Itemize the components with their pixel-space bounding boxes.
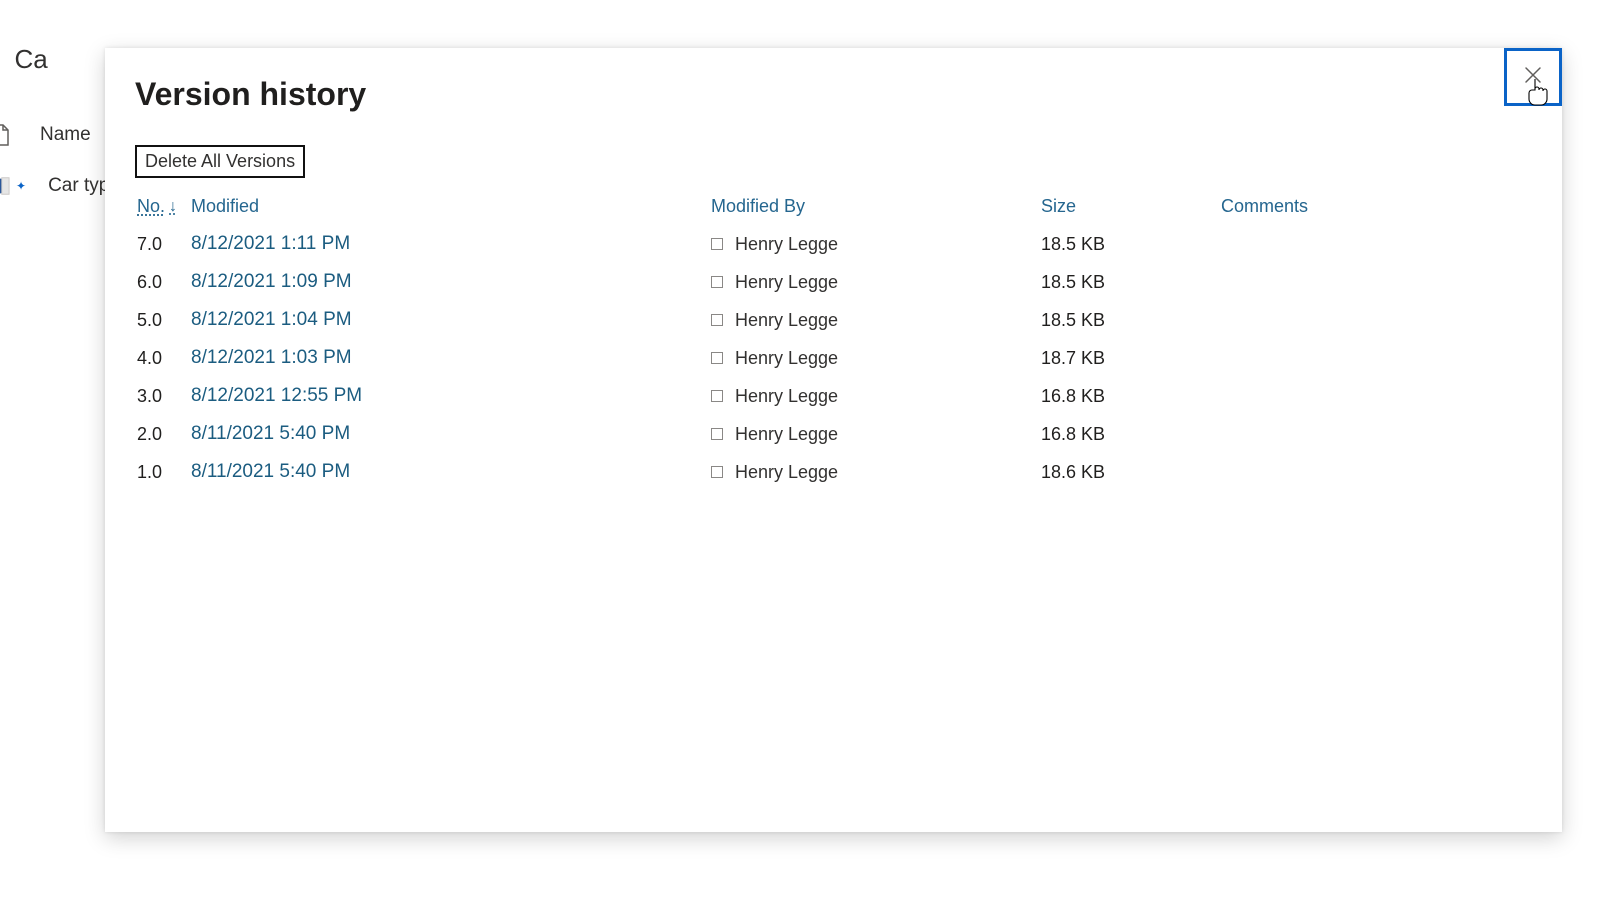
version-history-table: No. ↓ Modified Modified By Size Comments…	[137, 196, 1536, 491]
version-modified-by: Henry Legge	[711, 424, 1041, 445]
version-modified-cell: 8/11/2021 5:40 PM	[191, 461, 711, 483]
column-header-modified-by[interactable]: Modified By	[711, 196, 1041, 217]
version-modified-cell: 8/12/2021 1:11 PM	[191, 233, 711, 255]
close-icon	[1524, 65, 1542, 89]
version-number: 2.0	[137, 424, 191, 445]
version-modified-link[interactable]: 8/11/2021 5:40 PM	[191, 461, 350, 482]
version-modified-by: Henry Legge	[711, 272, 1041, 293]
version-number: 5.0	[137, 310, 191, 331]
version-modified-by: Henry Legge	[711, 462, 1041, 483]
column-header-modified[interactable]: Modified	[191, 196, 711, 217]
version-history-panel: Version history Delete All Versions No. …	[105, 48, 1562, 832]
version-modified-link[interactable]: 8/12/2021 1:03 PM	[191, 347, 352, 368]
version-modified-link[interactable]: 8/12/2021 1:09 PM	[191, 271, 352, 292]
column-header-no[interactable]: No. ↓	[137, 196, 191, 217]
version-number: 1.0	[137, 462, 191, 483]
version-modified-by: Henry Legge	[711, 310, 1041, 331]
presence-icon	[711, 352, 723, 364]
modified-by-name[interactable]: Henry Legge	[735, 310, 838, 331]
modified-by-name[interactable]: Henry Legge	[735, 234, 838, 255]
version-modified-cell: 8/12/2021 1:04 PM	[191, 309, 711, 331]
presence-icon	[711, 390, 723, 402]
column-header-comments[interactable]: Comments	[1221, 196, 1421, 217]
close-button[interactable]	[1504, 48, 1562, 106]
version-number: 7.0	[137, 234, 191, 255]
version-modified-link[interactable]: 8/11/2021 5:40 PM	[191, 423, 350, 444]
table-row: 6.08/12/2021 1:09 PM Henry Legge 18.5 KB	[137, 263, 1536, 301]
version-modified-link[interactable]: 8/12/2021 1:11 PM	[191, 233, 350, 254]
version-modified-cell: 8/11/2021 5:40 PM	[191, 423, 711, 445]
presence-icon	[711, 314, 723, 326]
table-row: 4.08/12/2021 1:03 PM Henry Legge 18.7 KB	[137, 339, 1536, 377]
presence-icon	[711, 428, 723, 440]
version-modified-by: Henry Legge	[711, 234, 1041, 255]
table-row: 5.08/12/2021 1:04 PM Henry Legge 18.5 KB	[137, 301, 1536, 339]
sort-descending-icon: ↓	[169, 198, 177, 216]
version-modified-cell: 8/12/2021 12:55 PM	[191, 385, 711, 407]
presence-icon	[711, 276, 723, 288]
table-row: 2.08/11/2021 5:40 PM Henry Legge 16.8 KB	[137, 415, 1536, 453]
table-row: 7.08/12/2021 1:11 PM Henry Legge 18.5 KB	[137, 225, 1536, 263]
modified-by-name[interactable]: Henry Legge	[735, 424, 838, 445]
presence-icon	[711, 238, 723, 250]
table-row: 3.08/12/2021 12:55 PM Henry Legge 16.8 KB	[137, 377, 1536, 415]
version-number: 3.0	[137, 386, 191, 407]
version-modified-by: Henry Legge	[711, 348, 1041, 369]
delete-all-versions-button[interactable]: Delete All Versions	[135, 145, 305, 178]
table-header-row: No. ↓ Modified Modified By Size Comments	[137, 196, 1536, 217]
modified-by-name[interactable]: Henry Legge	[735, 348, 838, 369]
presence-icon	[711, 466, 723, 478]
version-number: 4.0	[137, 348, 191, 369]
version-size: 18.7 KB	[1041, 348, 1221, 369]
modified-by-name[interactable]: Henry Legge	[735, 272, 838, 293]
version-size: 18.6 KB	[1041, 462, 1221, 483]
modified-by-name[interactable]: Henry Legge	[735, 386, 838, 407]
panel-title: Version history	[105, 48, 1562, 123]
column-header-size[interactable]: Size	[1041, 196, 1221, 217]
column-header-no-label: No.	[137, 196, 165, 217]
table-row: 1.08/11/2021 5:40 PM Henry Legge 18.6 KB	[137, 453, 1536, 491]
version-size: 16.8 KB	[1041, 386, 1221, 407]
version-modified-link[interactable]: 8/12/2021 12:55 PM	[191, 385, 362, 406]
version-size: 18.5 KB	[1041, 234, 1221, 255]
modified-by-name[interactable]: Henry Legge	[735, 462, 838, 483]
version-modified-link[interactable]: 8/12/2021 1:04 PM	[191, 309, 352, 330]
version-modified-cell: 8/12/2021 1:03 PM	[191, 347, 711, 369]
version-size: 16.8 KB	[1041, 424, 1221, 445]
version-size: 18.5 KB	[1041, 272, 1221, 293]
version-modified-cell: 8/12/2021 1:09 PM	[191, 271, 711, 293]
version-modified-by: Henry Legge	[711, 386, 1041, 407]
version-number: 6.0	[137, 272, 191, 293]
version-size: 18.5 KB	[1041, 310, 1221, 331]
